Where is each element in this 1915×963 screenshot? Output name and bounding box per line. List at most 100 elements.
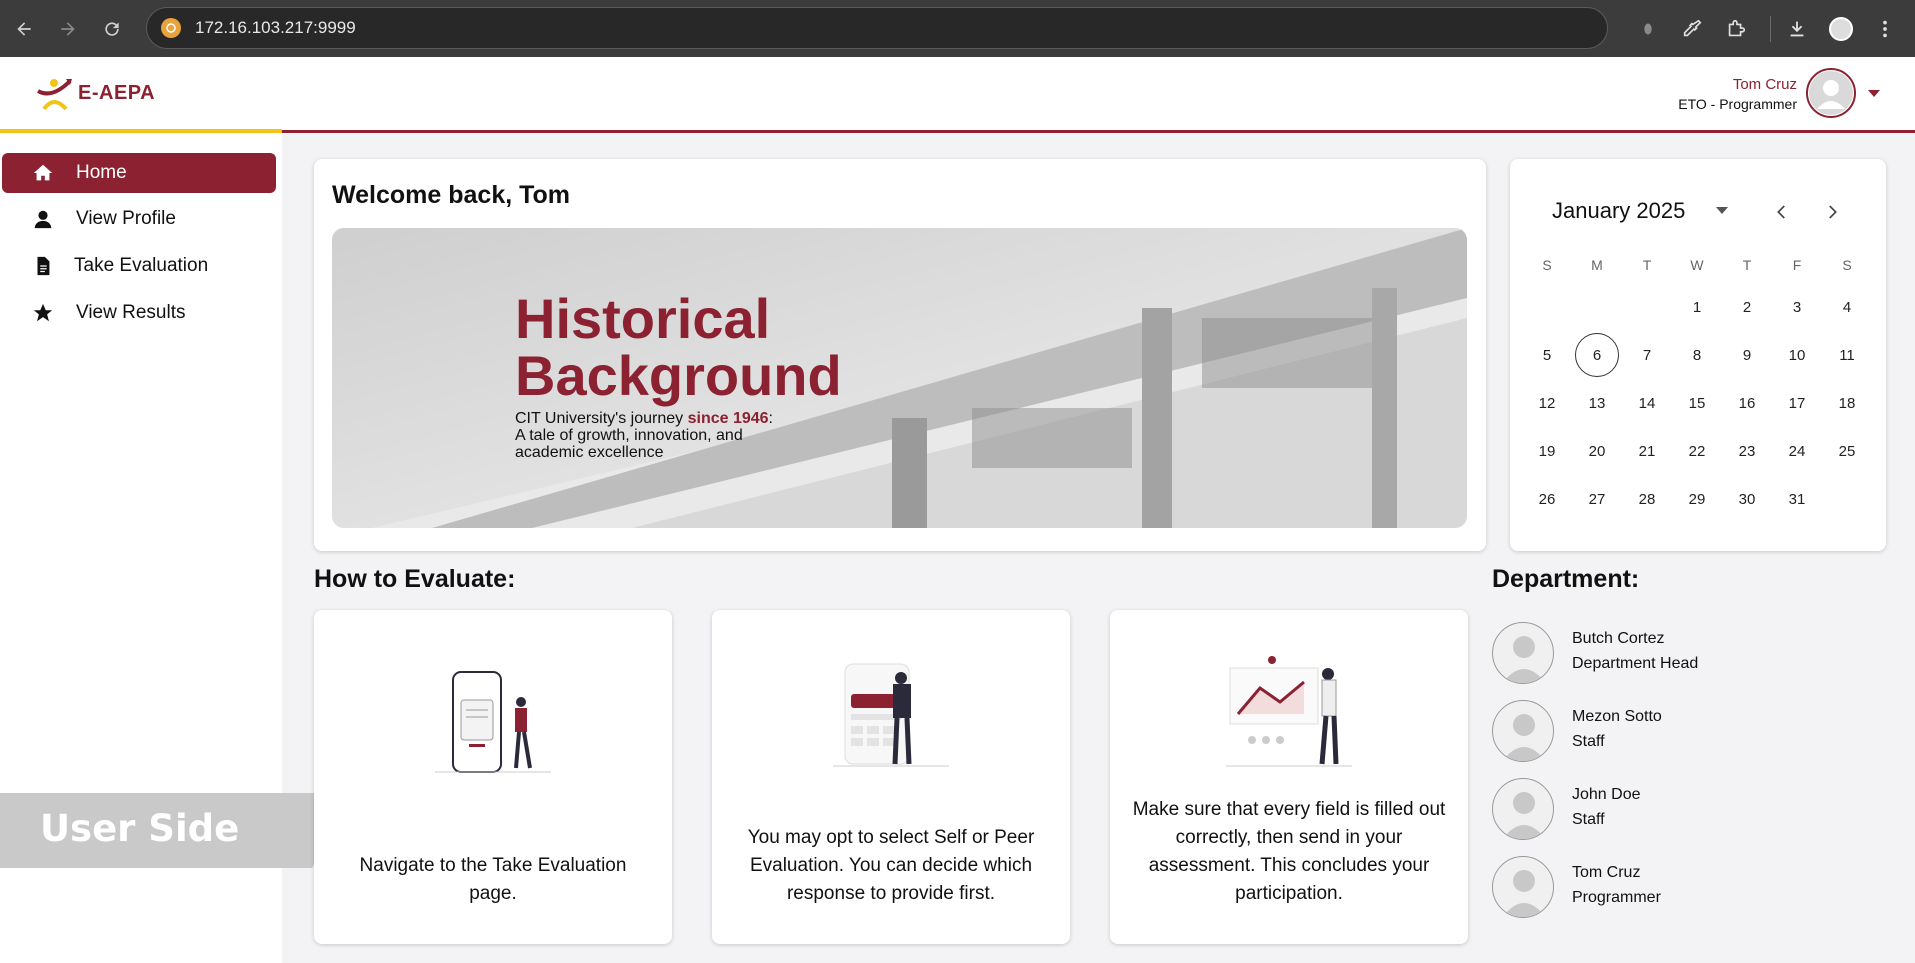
weekday-header: S M T W T F S [1522, 255, 1872, 275]
calendar-day[interactable]: 25 [1822, 429, 1872, 473]
sidebar-item-home[interactable]: Home [2, 153, 276, 193]
app-header: E-AEPA [0, 57, 1915, 132]
calendar-day[interactable]: 28 [1622, 477, 1672, 521]
star-icon [33, 303, 53, 322]
calendar-day-number: 4 [1842, 298, 1852, 316]
calendar-day-number: 10 [1788, 346, 1806, 364]
weekday-label: S [1542, 257, 1552, 273]
calendar-day[interactable]: 5 [1522, 333, 1572, 377]
weekday-label: F [1792, 257, 1802, 273]
department-member[interactable]: Mezon Sotto Staff [1492, 700, 1792, 764]
banner-sub-prefix: CIT University's journey [515, 410, 688, 427]
eyedropper-icon[interactable] [1674, 11, 1710, 47]
calendar-day-number: 19 [1538, 442, 1556, 460]
sidebar-item-label: View Results [76, 302, 186, 323]
calendar-day[interactable]: 12 [1522, 381, 1572, 425]
calendar-day[interactable]: 15 [1672, 381, 1722, 425]
sidebar-item-take-evaluation[interactable]: Take Evaluation [2, 246, 276, 286]
calendar-day[interactable]: 16 [1722, 381, 1772, 425]
reload-icon[interactable] [96, 13, 128, 45]
calendar-day[interactable]: 30 [1722, 477, 1772, 521]
calendar-day[interactable]: 19 [1522, 429, 1572, 473]
calendar-day[interactable]: 22 [1672, 429, 1722, 473]
sidebar-item-label: Home [76, 162, 127, 183]
member-role: Staff [1572, 811, 1605, 828]
calendar-day[interactable]: 8 [1672, 333, 1722, 377]
previous-month-icon[interactable] [1767, 197, 1797, 227]
calendar-day[interactable]: 1 [1672, 285, 1722, 329]
department-member[interactable]: Butch Cortez Department Head [1492, 622, 1792, 686]
calendar-day[interactable]: 27 [1572, 477, 1622, 521]
forward-icon[interactable] [52, 13, 84, 45]
address-bar[interactable]: 172.16.103.217:9999 [146, 7, 1608, 49]
calendar-day[interactable]: 4 [1822, 285, 1872, 329]
calendar-day-number: 6 [1575, 333, 1619, 377]
calendar-day[interactable]: 9 [1722, 333, 1772, 377]
banner-title-line1: Historical [515, 287, 771, 350]
weekday-label: M [1591, 257, 1603, 273]
extensions-icon[interactable] [1718, 11, 1754, 47]
step-description: You may opt to select Self or Peer Evalu… [747, 827, 1035, 904]
calendar-day[interactable]: 3 [1772, 285, 1822, 329]
calendar-day[interactable]: 13 [1572, 381, 1622, 425]
department-member[interactable]: John Doe Staff [1492, 778, 1792, 842]
phone-illustration-icon [435, 671, 551, 773]
user-info[interactable]: Tom Cruz ETO - Programmer [1678, 76, 1797, 112]
calendar-day-number: 30 [1738, 490, 1756, 508]
chart-illustration-icon [1226, 656, 1352, 767]
month-chevron-down-icon[interactable] [1716, 207, 1728, 214]
user-avatar[interactable] [1806, 68, 1856, 118]
user-role: ETO - Programmer [1678, 96, 1797, 112]
department-member[interactable]: Tom Cruz Programmer [1492, 856, 1792, 920]
calendar-day[interactable]: 20 [1572, 429, 1622, 473]
calendar-day[interactable]: 10 [1772, 333, 1822, 377]
calendar-day[interactable]: 31 [1772, 477, 1822, 521]
calendar-grid: S M T W T F S 1 2 3 4 5 6 7 8 9 10 11 12 13 14 15 16 17 1… [1522, 255, 1872, 523]
url-text: 172.16.103.217:9999 [195, 18, 356, 37]
weekday-label: W [1690, 257, 1704, 273]
calendar-day[interactable]: 11 [1822, 333, 1872, 377]
calendar-day[interactable]: 26 [1522, 477, 1572, 521]
calendar-day-number: 25 [1838, 442, 1856, 460]
profile-icon[interactable] [1823, 11, 1859, 47]
banner-subtitle: CIT University's journey since 1946: A t… [515, 410, 805, 461]
calendar-day[interactable]: 17 [1772, 381, 1822, 425]
calendar-day[interactable]: 2 [1722, 285, 1772, 329]
calendar-day-number: 3 [1792, 298, 1802, 316]
sidebar-item-view-results[interactable]: View Results [2, 293, 276, 333]
member-avatar-icon [1492, 778, 1554, 840]
site-info-icon[interactable] [161, 18, 181, 38]
step-card-3: Make sure that every field is filled out… [1110, 610, 1468, 944]
calendar-month-label[interactable]: January 2025 [1552, 198, 1685, 224]
bell-icon[interactable] [1630, 11, 1666, 47]
weekday-label: S [1842, 257, 1852, 273]
sidebar-item-view-profile[interactable]: View Profile [2, 199, 276, 239]
calendar-week-row: 12 13 14 15 16 17 18 [1522, 379, 1872, 427]
calendar-day[interactable]: 29 [1672, 477, 1722, 521]
member-name: Mezon Sotto [1572, 708, 1662, 725]
calendar-day[interactable]: 24 [1772, 429, 1822, 473]
calendar-day[interactable]: 21 [1622, 429, 1672, 473]
calendar-day-number: 9 [1742, 346, 1752, 364]
history-banner[interactable]: Historical Background CIT University's j… [332, 228, 1467, 528]
calendar-day-number: 29 [1688, 490, 1706, 508]
user-menu-chevron-down-icon[interactable] [1868, 90, 1880, 97]
calendar-day[interactable]: 7 [1622, 333, 1672, 377]
calendar-day[interactable]: 23 [1722, 429, 1772, 473]
app-logo[interactable]: E-AEPA [32, 73, 155, 113]
calendar-day[interactable]: 18 [1822, 381, 1872, 425]
calendar-day-number: 20 [1588, 442, 1606, 460]
calendar-day[interactable]: 6 [1572, 333, 1622, 377]
calendar-day-number: 13 [1588, 394, 1606, 412]
calendar-day-number: 11 [1839, 346, 1855, 364]
calendar-empty-cell [1822, 477, 1872, 521]
more-icon[interactable] [1867, 11, 1903, 47]
step-card-2: You may opt to select Self or Peer Evalu… [712, 610, 1070, 944]
member-avatar-icon [1492, 622, 1554, 684]
next-month-icon[interactable] [1817, 197, 1847, 227]
calendar-day[interactable]: 14 [1622, 381, 1672, 425]
welcome-card: Welcome back, Tom Historical Background [314, 159, 1486, 551]
member-avatar-icon [1492, 700, 1554, 762]
download-icon[interactable] [1779, 11, 1815, 47]
back-icon[interactable] [8, 13, 40, 45]
